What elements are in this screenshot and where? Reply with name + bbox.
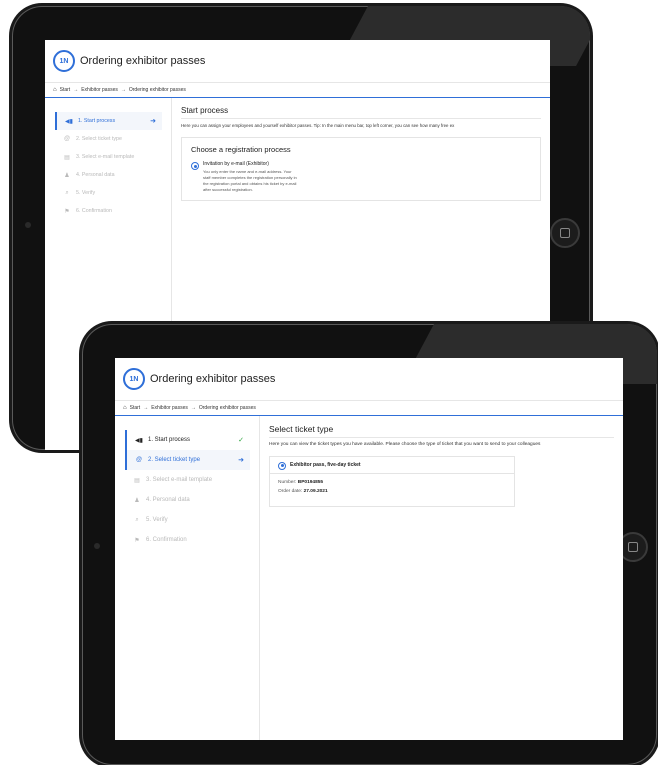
- camera-icon: [25, 222, 31, 228]
- step-start-process[interactable]: ◀▮ 1. Start process ✓: [125, 430, 250, 450]
- step-label: 3. Select e-mail template: [76, 154, 135, 160]
- step-label: 4. Personal data: [146, 497, 190, 503]
- step-label: 2. Select ticket type: [148, 457, 201, 463]
- step-select-ticket-type: @ 2. Select ticket type: [55, 130, 162, 148]
- breadcrumb: ⌂ Start → Exhibitor passes → Ordering ex…: [45, 83, 550, 98]
- breadcrumb-separator: →: [190, 405, 196, 411]
- arrow-right-icon: ➜: [150, 118, 156, 125]
- step-start-process[interactable]: ◀▮ 1. Start process ➜: [55, 112, 162, 130]
- breadcrumb-exhibitor-passes[interactable]: Exhibitor passes: [81, 87, 118, 93]
- radio-selected-icon[interactable]: [278, 461, 286, 470]
- ticket-name: Exhibitor pass, five-day ticket: [290, 462, 361, 468]
- page-title: Start process: [181, 106, 541, 119]
- step-verify: ⌕ 5. Verify: [55, 184, 162, 202]
- ticket-details: Number: BP0194855 Order date: 27.09.2021: [270, 474, 514, 506]
- home-button-icon: [550, 218, 580, 248]
- intro-text: Here you can view the ticket types you h…: [269, 442, 541, 447]
- flag-icon: ⚑: [134, 537, 140, 544]
- breadcrumb-exhibitor-passes[interactable]: Exhibitor passes: [151, 405, 188, 411]
- screen-select-ticket-type: 1N Ordering exhibitor passes ⌂ Start → E…: [115, 358, 623, 740]
- step-label: 6. Confirmation: [76, 208, 112, 214]
- home-icon[interactable]: ⌂: [53, 87, 57, 93]
- breadcrumb-ordering: Ordering exhibitor passes: [128, 87, 186, 93]
- app-header: 1N Ordering exhibitor passes: [45, 40, 550, 83]
- breadcrumb-separator: →: [143, 405, 149, 411]
- ticket-card[interactable]: Exhibitor pass, five-day ticket Number: …: [269, 456, 515, 507]
- at-icon: @: [135, 457, 143, 463]
- search-icon: ⌕: [65, 189, 69, 196]
- date-label: Order date:: [278, 489, 303, 494]
- email-template-icon: ▤: [64, 154, 70, 161]
- step-label: 5. Verify: [76, 190, 96, 196]
- number-label: Number:: [278, 480, 297, 485]
- option-invitation-email[interactable]: Invitation by e-mail (Exhibitor) You onl…: [191, 161, 531, 193]
- step-confirmation: ⚑ 6. Confirmation: [55, 202, 162, 220]
- card-title: Choose a registration process: [191, 145, 291, 154]
- app-logo-icon: 1N: [123, 368, 145, 390]
- step-label: 2. Select ticket type: [76, 136, 122, 142]
- date-value: 27.09.2021: [303, 489, 328, 494]
- breadcrumb-start[interactable]: Start: [60, 87, 71, 93]
- step-label: 5. Verify: [146, 517, 168, 523]
- intro-text: Here you can assign your employees and y…: [181, 123, 455, 128]
- search-icon: ⌕: [135, 516, 139, 523]
- step-select-ticket-type[interactable]: @ 2. Select ticket type ➜: [125, 450, 250, 470]
- option-title: Invitation by e-mail (Exhibitor): [203, 161, 269, 167]
- content-area: ◀▮ 1. Start process ✓ @ 2. Select ticket…: [115, 416, 623, 740]
- tablet-front: 1N Ordering exhibitor passes ⌂ Start → E…: [82, 324, 657, 765]
- breadcrumb-separator: →: [120, 87, 126, 93]
- step-label: 1. Start process: [148, 437, 191, 443]
- at-icon: @: [63, 136, 71, 142]
- step-label: 3. Select e-mail template: [146, 477, 213, 483]
- megaphone-icon: ◀▮: [65, 118, 73, 125]
- step-label: 4. Personal data: [76, 172, 115, 178]
- flag-icon: ⚑: [64, 208, 70, 215]
- email-template-icon: ▤: [134, 477, 140, 484]
- breadcrumb-ordering: Ordering exhibitor passes: [198, 405, 256, 411]
- checkmark-icon: ✓: [238, 437, 244, 444]
- step-select-email-template: ▤ 3. Select e-mail template: [55, 148, 162, 166]
- home-icon[interactable]: ⌂: [123, 405, 127, 411]
- radio-selected-icon[interactable]: [191, 162, 199, 170]
- app-logo-icon: 1N: [53, 50, 75, 72]
- registration-card: Choose a registration process Invitation…: [181, 137, 541, 201]
- logo-text: 1N: [129, 375, 139, 383]
- arrow-right-icon: ➜: [238, 457, 244, 464]
- step-label: 1. Start process: [78, 118, 116, 124]
- step-confirmation: ⚑ 6. Confirmation: [125, 530, 250, 550]
- step-personal-data: ♟ 4. Personal data: [125, 490, 250, 510]
- option-description: You only enter the name and e-mail addre…: [203, 169, 297, 192]
- step-label: 6. Confirmation: [146, 537, 187, 543]
- ticket-number-row: Number: BP0194855: [278, 480, 506, 485]
- breadcrumb-start[interactable]: Start: [130, 405, 141, 411]
- megaphone-icon: ◀▮: [135, 437, 143, 444]
- step-sidebar: ◀▮ 1. Start process ✓ @ 2. Select ticket…: [115, 416, 260, 740]
- order-date-row: Order date: 27.09.2021: [278, 489, 506, 494]
- person-icon: ♟: [134, 497, 140, 504]
- logo-text: 1N: [59, 57, 69, 65]
- step-select-email-template: ▤ 3. Select e-mail template: [125, 470, 250, 490]
- app-title: Ordering exhibitor passes: [80, 55, 206, 67]
- ticket-option[interactable]: Exhibitor pass, five-day ticket: [270, 457, 514, 474]
- breadcrumb: ⌂ Start → Exhibitor passes → Ordering ex…: [115, 401, 623, 416]
- step-personal-data: ♟ 4. Personal data: [55, 166, 162, 184]
- app-title: Ordering exhibitor passes: [150, 373, 276, 385]
- person-icon: ♟: [64, 172, 70, 179]
- main-panel: Select ticket type Here you can view the…: [260, 416, 623, 740]
- app-header: 1N Ordering exhibitor passes: [115, 358, 623, 401]
- camera-icon: [94, 543, 100, 549]
- number-value: BP0194855: [297, 480, 324, 485]
- breadcrumb-separator: →: [73, 87, 79, 93]
- page-title: Select ticket type: [269, 424, 614, 438]
- step-verify: ⌕ 5. Verify: [125, 510, 250, 530]
